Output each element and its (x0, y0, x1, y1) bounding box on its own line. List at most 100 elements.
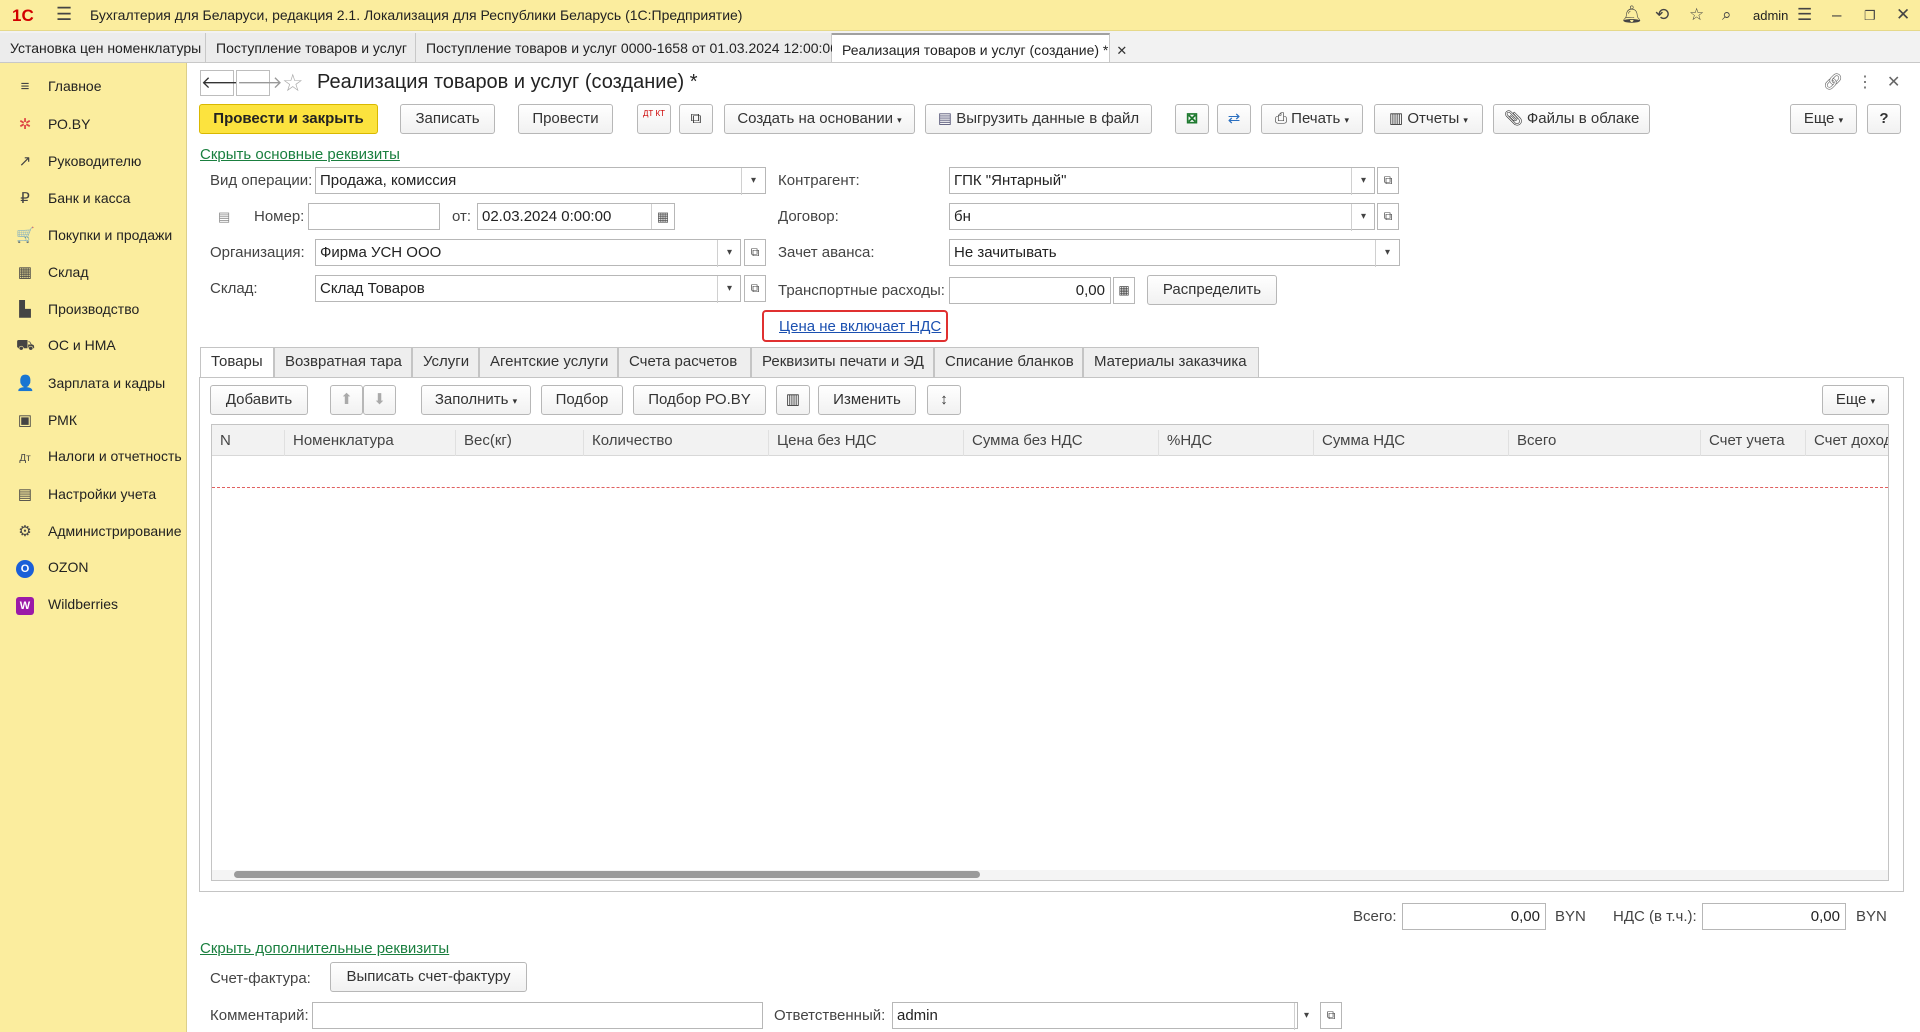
tab-services[interactable]: Услуги (412, 347, 479, 377)
sidebar-item-salary[interactable]: 👤 Зарплата и кадры (0, 364, 187, 401)
number-field[interactable] (308, 203, 440, 230)
advance-select[interactable]: Не зачитывать (949, 239, 1400, 266)
reports-button[interactable]: ▥ Отчеты ▾ (1374, 104, 1483, 134)
sidebar-item-roby[interactable]: ✲ РО.BY (0, 105, 187, 142)
move-down-icon[interactable]: ⬇ (363, 385, 396, 415)
user-name[interactable]: admin (1753, 8, 1788, 23)
favorite-star-icon[interactable]: ☆ (282, 69, 304, 98)
tab-print-details[interactable]: Реквизиты печати и ЭД (751, 347, 934, 377)
restore-icon[interactable]: ❐ (1864, 8, 1876, 24)
post-button[interactable]: Провести (518, 104, 613, 134)
dropdown-icon[interactable]: ▾ (717, 240, 741, 267)
sidebar-item-taxes[interactable]: Дт Налоги и отчетность (0, 438, 187, 475)
sidebar-item-assets[interactable]: ⛟ ОС и НМА (0, 327, 187, 364)
calendar-icon[interactable]: ▦ (651, 204, 674, 229)
tab-returnable-containers[interactable]: Возвратная тара (274, 347, 412, 377)
sidebar-item-admin[interactable]: ⚙ Администрирование (0, 512, 187, 549)
sidebar-item-ozon[interactable]: O OZON (0, 549, 187, 586)
close-tab-icon[interactable]: ✕ (1116, 43, 1127, 58)
resize-icon[interactable]: ↕ (927, 385, 961, 415)
dropdown-icon[interactable]: ▾ (1294, 1003, 1318, 1030)
structure-icon[interactable]: ⧉ (679, 104, 713, 134)
open-icon[interactable]: ⧉ (1377, 203, 1399, 230)
column-header-nomenclature[interactable]: Номенклатура (285, 430, 456, 456)
star-icon[interactable]: ☆ (1689, 5, 1704, 25)
sidebar-item-main[interactable]: ≡ Главное (0, 68, 187, 105)
issue-invoice-button[interactable]: Выписать счет-фактуру (330, 962, 527, 992)
dropdown-icon[interactable]: ▾ (741, 168, 765, 195)
vat-mode-link[interactable]: Цена не включает НДС (779, 318, 941, 335)
calculator-icon[interactable]: ▦ (1113, 277, 1135, 304)
scrollbar-thumb[interactable] (234, 871, 980, 878)
sidebar-item-purchases[interactable]: 🛒 Покупки и продажи (0, 216, 187, 253)
close-form-icon[interactable]: ✕ (1887, 72, 1900, 92)
settings-menu-icon[interactable]: ☰ (1797, 5, 1812, 25)
sidebar-item-bank[interactable]: ₽ Банк и касса (0, 179, 187, 216)
dtkt-button[interactable]: ДТ КТ (637, 104, 671, 134)
help-button[interactable]: ? (1867, 104, 1901, 134)
column-header-quantity[interactable]: Количество (584, 430, 769, 456)
sidebar-item-settings[interactable]: ▤ Настройки учета (0, 475, 187, 512)
tab-blank-writeoff[interactable]: Списание бланков (934, 347, 1083, 377)
sidebar-item-director[interactable]: ↗ Руководителю (0, 142, 187, 179)
table-more-button[interactable]: Еще ▾ (1822, 385, 1889, 415)
organization-select[interactable]: Фирма УСН ООО (315, 239, 741, 266)
send-icon[interactable]: ⇄ (1217, 104, 1251, 134)
open-icon[interactable]: ⧉ (1320, 1002, 1342, 1029)
dropdown-icon[interactable]: ▾ (717, 276, 741, 303)
column-header-n[interactable]: N (212, 430, 285, 456)
link-icon[interactable]: 🔗︎ (1823, 72, 1843, 92)
distribute-button[interactable]: Распределить (1147, 275, 1277, 305)
operation-select[interactable]: Продажа, комиссия (315, 167, 766, 194)
open-icon[interactable]: ⧉ (1377, 167, 1399, 194)
goods-table[interactable] (211, 424, 1889, 881)
tab-customer-materials[interactable]: Материалы заказчика (1083, 347, 1259, 377)
save-button[interactable]: Записать (400, 104, 495, 134)
barcode-icon[interactable]: ▥ (776, 385, 810, 415)
close-icon[interactable]: ✕ (1896, 5, 1910, 25)
more-vert-icon[interactable]: ⋮ (1857, 72, 1873, 92)
column-header-vat-rate[interactable]: %НДС (1159, 430, 1314, 456)
sidebar-item-wildberries[interactable]: W Wildberries (0, 586, 187, 623)
sidebar-item-production[interactable]: ▙ Производство (0, 290, 187, 327)
warehouse-select[interactable]: Склад Товаров (315, 275, 741, 302)
fill-button[interactable]: Заполнить ▾ (421, 385, 531, 415)
minimize-icon[interactable]: – (1832, 5, 1841, 25)
sidebar-item-warehouse[interactable]: ▦ Склад (0, 253, 187, 290)
window-tab-active[interactable]: Реализация товаров и услуг (создание) * ✕ (832, 33, 1127, 62)
excel-icon[interactable]: ⊠ (1175, 104, 1209, 134)
comment-field[interactable] (312, 1002, 763, 1029)
tab-settlement-accounts[interactable]: Счета расчетов (618, 347, 751, 377)
window-tab[interactable]: Установка цен номенклатуры✕ (0, 33, 220, 62)
add-button[interactable]: Добавить (210, 385, 308, 415)
menu-icon[interactable]: ☰ (56, 4, 72, 25)
change-button[interactable]: Изменить (818, 385, 916, 415)
dropdown-icon[interactable]: ▾ (1351, 204, 1375, 231)
export-file-button[interactable]: ▤ Выгрузить данные в файл (925, 104, 1152, 134)
tab-goods[interactable]: Товары (200, 347, 274, 378)
counterparty-select[interactable]: ГПК "Янтарный" (949, 167, 1375, 194)
hide-main-attributes-link[interactable]: Скрыть основные реквизиты (200, 146, 400, 163)
column-header-vat-sum[interactable]: Сумма НДС (1314, 430, 1509, 456)
open-icon[interactable]: ⧉ (744, 275, 766, 302)
transport-costs-field[interactable]: 0,00 (949, 277, 1111, 304)
move-up-icon[interactable]: ⬆ (330, 385, 363, 415)
bell-icon[interactable]: 🔔︎ (1621, 5, 1643, 25)
forward-button[interactable]: 🡒 (236, 70, 283, 96)
date-field[interactable]: 02.03.2024 0:00:00 (477, 203, 675, 230)
column-header-income-account[interactable]: Счет доход (1806, 430, 1888, 456)
cloud-files-button[interactable]: 📎︎ Файлы в облаке (1493, 104, 1650, 134)
contract-select[interactable]: бн (949, 203, 1375, 230)
sidebar-item-rmk[interactable]: ▣ РМК (0, 401, 187, 438)
window-tab[interactable]: Поступление товаров и услуг 0000-1658 от… (416, 33, 857, 62)
column-header-price[interactable]: Цена без НДС (769, 430, 964, 456)
print-button[interactable]: ⎙ Печать ▾ (1261, 104, 1363, 134)
dropdown-icon[interactable]: ▾ (1351, 168, 1375, 195)
open-icon[interactable]: ⧉ (744, 239, 766, 266)
tab-agent-services[interactable]: Агентские услуги (479, 347, 618, 377)
search-icon[interactable]: ⌕ (1722, 5, 1732, 25)
post-and-close-button[interactable]: Провести и закрыть (199, 104, 378, 134)
column-header-total[interactable]: Всего (1509, 430, 1701, 456)
column-header-weight[interactable]: Вес(кг) (456, 430, 584, 456)
pick-roby-button[interactable]: Подбор РО.BY (633, 385, 766, 415)
